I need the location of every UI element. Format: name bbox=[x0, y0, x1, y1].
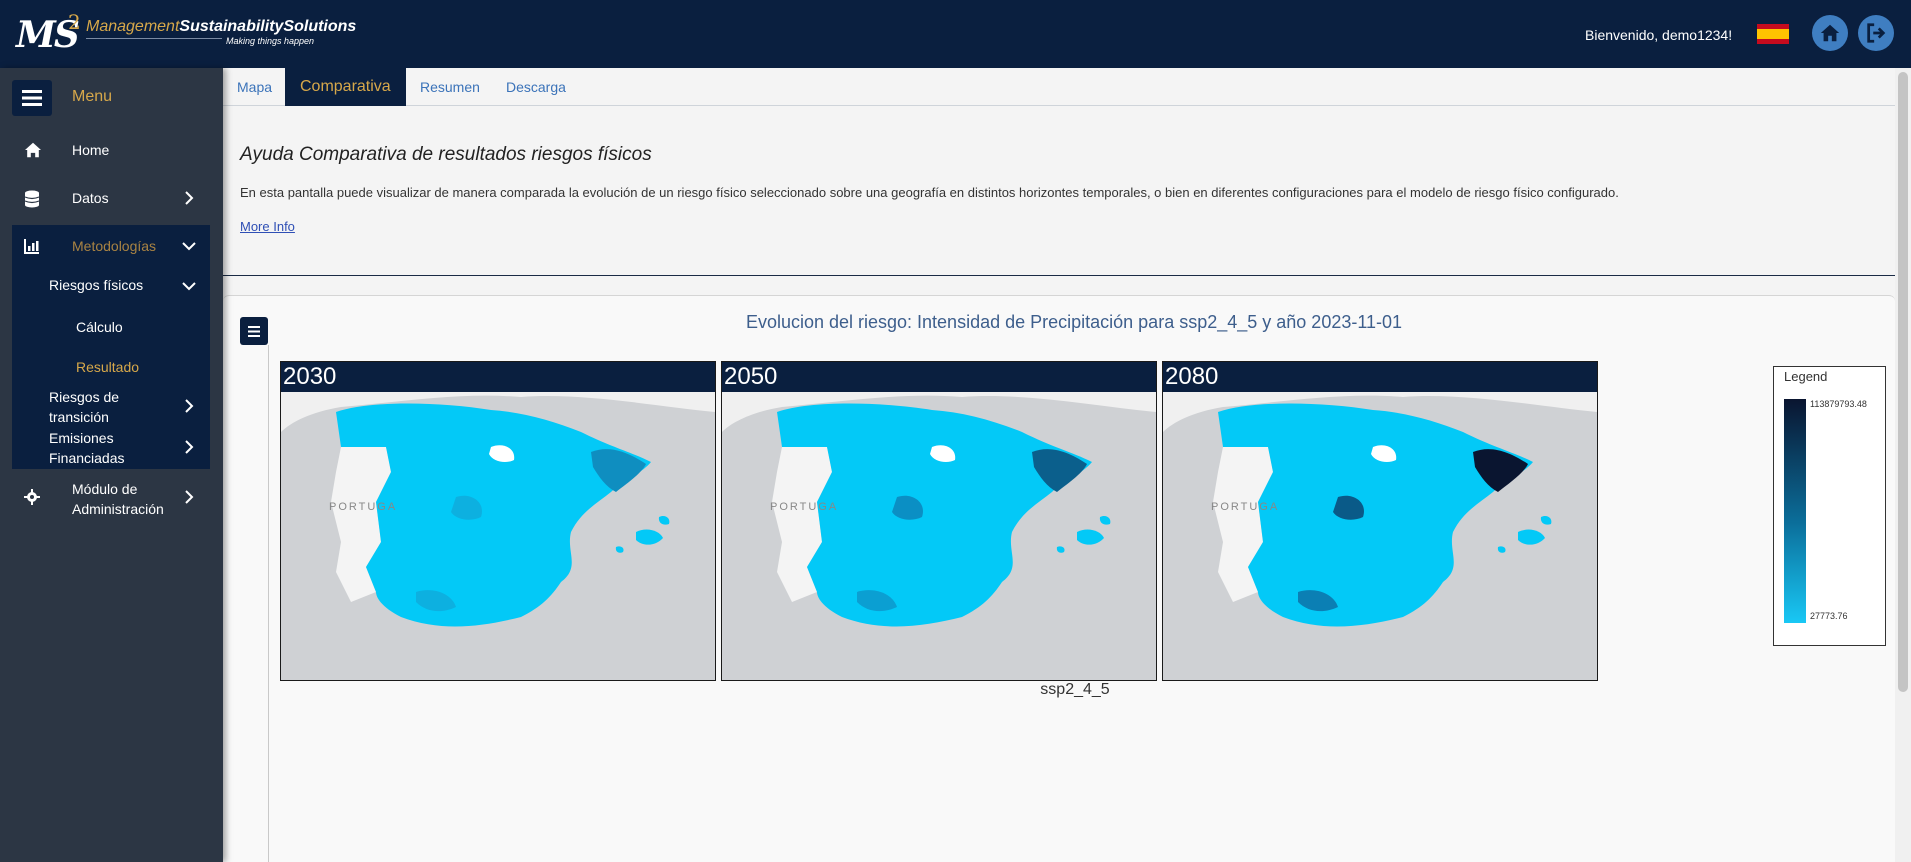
portugal-label: PORTUGA bbox=[770, 501, 838, 513]
card-divider bbox=[268, 345, 269, 862]
welcome-text: Bienvenido, demo1234! bbox=[1585, 27, 1733, 43]
portugal-label: PORTUGA bbox=[329, 501, 397, 513]
sidebar-item-datos[interactable]: Datos bbox=[0, 188, 223, 212]
chevron-down-icon bbox=[182, 242, 196, 251]
legend-title: Legend bbox=[1784, 369, 1828, 384]
home-icon bbox=[1820, 24, 1840, 42]
chevron-right-icon bbox=[185, 490, 194, 504]
panel-year: 2080 bbox=[1163, 362, 1597, 392]
sidebar-item-metodologias[interactable]: Metodologías bbox=[0, 236, 223, 260]
sidebar-item-label: Datos bbox=[72, 190, 109, 206]
legend-max-value: 113879793.48 bbox=[1810, 399, 1867, 409]
spain-map[interactable]: PORTUGA bbox=[281, 392, 715, 680]
tab-comparativa[interactable]: Comparativa bbox=[285, 68, 406, 106]
map-panel-2050[interactable]: 2050 PORTUGA bbox=[721, 361, 1157, 681]
database-icon bbox=[24, 190, 40, 208]
menu-toggle-button[interactable] bbox=[12, 80, 52, 116]
spain-map[interactable]: PORTUGA bbox=[1163, 392, 1597, 680]
map-legend: Legend 113879793.48 27773.76 bbox=[1773, 366, 1886, 646]
logo-rule bbox=[86, 38, 222, 39]
help-text: En esta pantalla puede visualizar de man… bbox=[240, 185, 1619, 200]
map-panel-2030[interactable]: 2030 PORTUGA bbox=[280, 361, 716, 681]
panel-year: 2050 bbox=[722, 362, 1156, 392]
tab-bar: Mapa Comparativa Resumen Descarga bbox=[223, 68, 1895, 106]
gear-icon bbox=[24, 489, 40, 505]
sidebar-item-label: Metodologías bbox=[72, 238, 157, 254]
hamburger-icon bbox=[22, 90, 42, 106]
hamburger-icon bbox=[248, 325, 260, 337]
help-title: Ayuda Comparativa de resultados riesgos … bbox=[240, 144, 652, 165]
map-panel-2080[interactable]: 2080 PORTUGA bbox=[1162, 361, 1598, 681]
sidebar-item-resultado[interactable]: Resultado bbox=[76, 357, 139, 377]
sidebar-item-administracion[interactable]: Módulo de Administración bbox=[0, 477, 223, 521]
top-bar: MS 2 ManagementSustainabilitySolutions M… bbox=[0, 0, 1911, 68]
map-menu-button[interactable] bbox=[240, 317, 268, 345]
sidebar-item-label: Home bbox=[72, 142, 110, 158]
spain-flag-icon[interactable] bbox=[1757, 24, 1789, 44]
sidebar-item-emisiones[interactable]: Emisiones Financiadas bbox=[49, 428, 159, 468]
spain-map[interactable]: PORTUGA bbox=[722, 392, 1156, 680]
sidebar-item-home[interactable]: Home bbox=[0, 140, 223, 164]
logo[interactable]: MS 2 ManagementSustainabilitySolutions M… bbox=[16, 10, 356, 56]
portugal-label: PORTUGA bbox=[1211, 501, 1279, 513]
logout-icon bbox=[1867, 23, 1886, 43]
tab-resumen[interactable]: Resumen bbox=[420, 68, 480, 106]
tab-mapa[interactable]: Mapa bbox=[237, 68, 272, 106]
legend-color-ramp bbox=[1784, 399, 1806, 623]
panel-year: 2030 bbox=[281, 362, 715, 392]
sidebar: Menu Home Datos Metodologías Riesgos fís… bbox=[0, 68, 223, 862]
sidebar-item-riesgos-transicion[interactable]: Riesgos de transición bbox=[49, 387, 159, 427]
chart-icon bbox=[24, 239, 39, 254]
scrollbar-thumb[interactable] bbox=[1898, 72, 1908, 692]
chevron-right-icon bbox=[185, 440, 194, 454]
sidebar-item-riesgos-fisicos[interactable]: Riesgos físicos bbox=[49, 275, 143, 295]
tab-descarga[interactable]: Descarga bbox=[506, 68, 566, 106]
divider bbox=[223, 275, 1895, 276]
logout-button[interactable] bbox=[1858, 15, 1894, 51]
sidebar-item-label: Módulo de Administración bbox=[72, 481, 164, 517]
more-info-link[interactable]: More Info bbox=[240, 219, 295, 234]
scenario-label: ssp2_4_5 bbox=[1040, 681, 1110, 698]
chevron-down-icon bbox=[182, 282, 196, 291]
page-scrollbar[interactable] bbox=[1895, 68, 1911, 862]
logo-tagline: Making things happen bbox=[226, 36, 315, 46]
legend-min-value: 27773.76 bbox=[1810, 611, 1848, 621]
home-button[interactable] bbox=[1812, 15, 1848, 51]
chevron-right-icon bbox=[185, 399, 194, 413]
menu-label: Menu bbox=[72, 88, 113, 105]
chevron-right-icon bbox=[185, 191, 194, 205]
home-icon bbox=[25, 142, 41, 158]
sidebar-item-calculo[interactable]: Cálculo bbox=[76, 317, 123, 337]
logo-superscript: 2 bbox=[68, 10, 81, 34]
logo-brand: ManagementSustainabilitySolutions bbox=[86, 18, 357, 35]
chart-title: Evolucion del riesgo: Intensidad de Prec… bbox=[745, 312, 1403, 332]
